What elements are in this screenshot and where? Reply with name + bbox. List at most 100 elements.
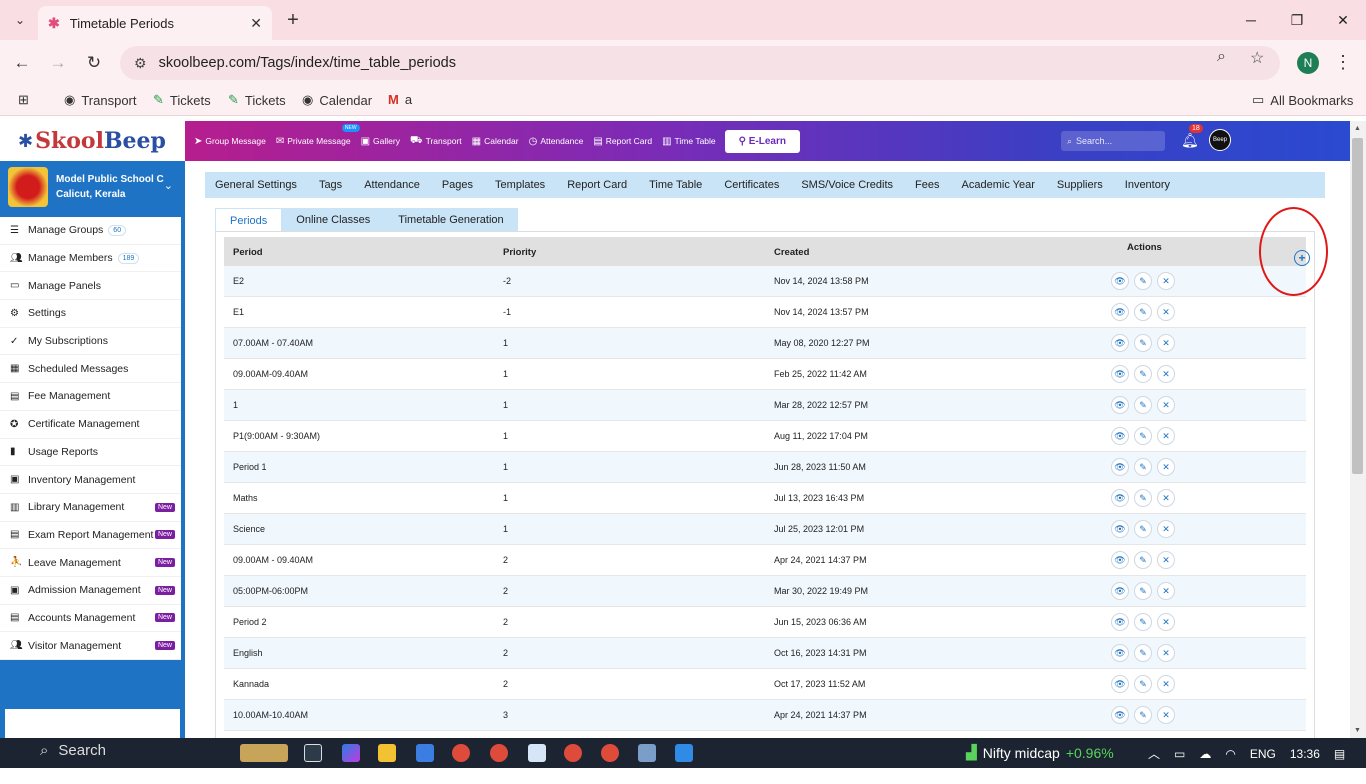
sidebar-item-accounts-management[interactable]: ▤ Accounts Management New: [0, 605, 181, 633]
edit-pencil-icon[interactable]: ✎: [1134, 582, 1152, 600]
view-eye-icon[interactable]: 👁︎: [1111, 582, 1129, 600]
sidebar-item-usage-reports[interactable]: ▮ Usage Reports: [0, 439, 181, 467]
chrome-icon[interactable]: [564, 744, 582, 762]
radio-widget-icon[interactable]: [240, 744, 288, 762]
bookmark-calendar[interactable]: ◉ Calendar: [302, 92, 372, 108]
view-eye-icon[interactable]: 👁︎: [1111, 706, 1129, 724]
sidebar-item-admission-management[interactable]: ▣ Admission Management New: [0, 577, 181, 605]
bookmark-transport[interactable]: ◉ Transport: [64, 92, 137, 108]
tab-search-chevron-icon[interactable]: ⌄: [8, 8, 32, 32]
bookmark-tickets-1[interactable]: ✎ Tickets: [153, 92, 211, 108]
delete-x-icon[interactable]: ✕: [1157, 551, 1175, 569]
nav-gallery[interactable]: ▣ Gallery: [356, 136, 405, 147]
camera-icon[interactable]: ▭: [1174, 747, 1185, 761]
all-bookmarks[interactable]: ▭ All Bookmarks: [1252, 92, 1353, 108]
view-eye-icon[interactable]: 👁︎: [1111, 675, 1129, 693]
minimize-icon[interactable]: ─: [1236, 8, 1266, 32]
chrome-icon[interactable]: [452, 744, 470, 762]
subtab-sms-voice-credits[interactable]: SMS/Voice Credits: [801, 179, 893, 191]
subtab-tags[interactable]: Tags: [319, 179, 342, 191]
browser-tab-active[interactable]: ✱ Timetable Periods ✕: [38, 6, 272, 40]
view-eye-icon[interactable]: 👁︎: [1111, 551, 1129, 569]
chrome-icon[interactable]: [601, 744, 619, 762]
delete-x-icon[interactable]: ✕: [1157, 303, 1175, 321]
paint-icon[interactable]: [638, 744, 656, 762]
clock[interactable]: 13:36: [1290, 747, 1320, 761]
edit-pencil-icon[interactable]: ✎: [1134, 365, 1152, 383]
view-eye-icon[interactable]: 👁︎: [1111, 365, 1129, 383]
view-eye-icon[interactable]: 👁︎: [1111, 303, 1129, 321]
edit-pencil-icon[interactable]: ✎: [1134, 706, 1152, 724]
zoom-icon[interactable]: ⌕: [1217, 48, 1226, 66]
photos-icon[interactable]: [675, 744, 693, 762]
view-eye-icon[interactable]: 👁︎: [1111, 334, 1129, 352]
notepad-icon[interactable]: [528, 744, 546, 762]
scroll-down-arrow-icon[interactable]: ▼: [1354, 727, 1361, 734]
edit-pencil-icon[interactable]: ✎: [1134, 489, 1152, 507]
delete-x-icon[interactable]: ✕: [1157, 644, 1175, 662]
tab-timetable-generation[interactable]: Timetable Generation: [384, 208, 518, 232]
apps-grid-icon[interactable]: ⊞: [18, 92, 29, 108]
edit-pencil-icon[interactable]: ✎: [1134, 551, 1152, 569]
subtab-general-settings[interactable]: General Settings: [215, 179, 297, 191]
language-indicator[interactable]: ENG: [1250, 747, 1276, 761]
edit-pencil-icon[interactable]: ✎: [1134, 396, 1152, 414]
sidebar-item-leave-management[interactable]: ⛹ Leave Management New: [0, 549, 181, 577]
nav-report-card[interactable]: ▤ Report Card: [588, 136, 657, 147]
sidebar-item-library-management[interactable]: ▥ Library Management New: [0, 494, 181, 522]
subtab-academic-year[interactable]: Academic Year: [962, 179, 1035, 191]
subtab-fees[interactable]: Fees: [915, 179, 939, 191]
scroll-up-arrow-icon[interactable]: ▲: [1354, 125, 1361, 132]
delete-x-icon[interactable]: ✕: [1157, 427, 1175, 445]
user-avatar[interactable]: Beep: [1209, 129, 1231, 151]
view-eye-icon[interactable]: 👁︎: [1111, 396, 1129, 414]
nav-attendance[interactable]: ◷ Attendance: [524, 136, 589, 147]
sidebar-item-certificate-management[interactable]: ✪ Certificate Management: [0, 411, 181, 439]
notifications-icon[interactable]: ▤: [1334, 747, 1345, 761]
site-info-icon[interactable]: ⚙: [134, 55, 147, 72]
bookmark-gmail[interactable]: Ma: [388, 92, 412, 107]
sidebar-item-fee-management[interactable]: ▤ Fee Management: [0, 383, 181, 411]
view-eye-icon[interactable]: 👁︎: [1111, 644, 1129, 662]
sidebar-item-manage-members[interactable]: 👥︎ Manage Members 189: [0, 245, 181, 273]
school-selector[interactable]: Model Public School C Calicut, Kerala ⌄: [0, 161, 181, 213]
subtab-report-card[interactable]: Report Card: [567, 179, 627, 191]
edit-pencil-icon[interactable]: ✎: [1134, 613, 1152, 631]
edit-pencil-icon[interactable]: ✎: [1134, 427, 1152, 445]
edit-pencil-icon[interactable]: ✎: [1134, 458, 1152, 476]
delete-x-icon[interactable]: ✕: [1157, 458, 1175, 476]
file-explorer-icon[interactable]: [378, 744, 396, 762]
wifi-icon[interactable]: ◠: [1225, 747, 1235, 761]
delete-x-icon[interactable]: ✕: [1157, 613, 1175, 631]
stock-widget[interactable]: ▟ Nifty midcap +0.96%: [966, 744, 1114, 761]
back-arrow-icon[interactable]: ←: [10, 51, 34, 75]
store-icon[interactable]: [416, 744, 434, 762]
nav-calendar[interactable]: ▦ Calendar: [467, 136, 524, 147]
subtab-time-table[interactable]: Time Table: [649, 179, 702, 191]
profile-avatar[interactable]: N: [1297, 52, 1319, 74]
subtab-certificates[interactable]: Certificates: [724, 179, 779, 191]
omnibox[interactable]: ⚙ skoolbeep.com/Tags/index/time_table_pe…: [120, 46, 1280, 80]
delete-x-icon[interactable]: ✕: [1157, 582, 1175, 600]
tray-chevron-icon[interactable]: ︿: [1148, 745, 1160, 762]
subtab-inventory[interactable]: Inventory: [1125, 179, 1170, 191]
sidebar-item-my-subscriptions[interactable]: ✓ My Subscriptions: [0, 328, 181, 356]
view-eye-icon[interactable]: 👁︎: [1111, 520, 1129, 538]
nav-private-message[interactable]: ✉ Private Message NEW: [271, 123, 360, 147]
edit-pencil-icon[interactable]: ✎: [1134, 334, 1152, 352]
nav-group-message[interactable]: ➤ Group Message: [189, 136, 271, 147]
sidebar-item-scheduled-messages[interactable]: ▦ Scheduled Messages: [0, 355, 181, 384]
view-eye-icon[interactable]: 👁︎: [1111, 613, 1129, 631]
subtab-suppliers[interactable]: Suppliers: [1057, 179, 1103, 191]
delete-x-icon[interactable]: ✕: [1157, 272, 1175, 290]
chevron-down-icon[interactable]: ⌄: [164, 179, 173, 192]
restore-icon[interactable]: ❐: [1282, 8, 1312, 32]
edit-pencil-icon[interactable]: ✎: [1134, 675, 1152, 693]
edit-pencil-icon[interactable]: ✎: [1134, 520, 1152, 538]
subtab-pages[interactable]: Pages: [442, 179, 473, 191]
page-scrollbar[interactable]: ▲ ▼: [1350, 121, 1366, 738]
view-eye-icon[interactable]: 👁︎: [1111, 272, 1129, 290]
view-eye-icon[interactable]: 👁︎: [1111, 458, 1129, 476]
skoolbeep-logo[interactable]: ✱ Skool Beep: [0, 121, 185, 161]
tab-close-icon[interactable]: ✕: [250, 15, 262, 32]
